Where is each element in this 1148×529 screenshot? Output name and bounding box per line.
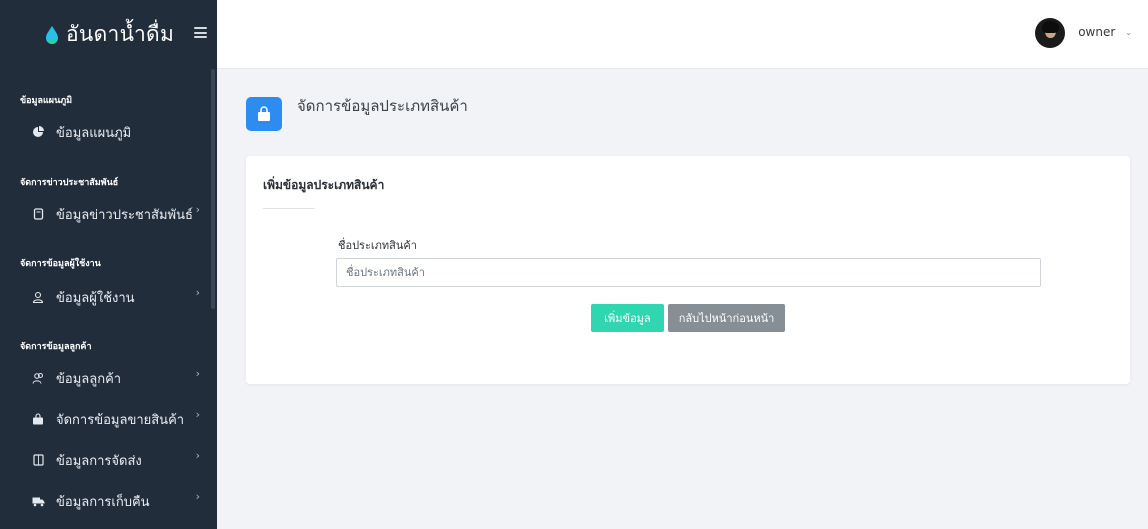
- form-heading: เพิ่มข้อมูลประเภทสินค้า: [263, 178, 385, 192]
- chevron-right-icon: ›: [195, 408, 200, 421]
- sidebar-item-sales[interactable]: จัดการข้อมูลขายสินค้า ›: [30, 406, 206, 432]
- sidebar-item-label: ข้อมูลลูกค้า: [56, 371, 122, 387]
- chevron-right-icon: ›: [195, 367, 200, 380]
- sidebar-item-label: ข้อมูลผู้ใช้งาน: [56, 290, 135, 306]
- sidebar-section-users: จัดการข้อมูลผู้ใช้งาน: [20, 259, 101, 269]
- sidebar: อันดาน้ำดื่ม ข้อมูลแผนภูมิ ข้อมูลแผนภูมิ…: [0, 0, 217, 529]
- water-drop-logo-icon: [46, 25, 58, 44]
- sidebar-item-label: ข้อมูลแผนภูมิ: [56, 125, 132, 141]
- users-icon: [30, 370, 46, 386]
- username: owner: [1078, 25, 1116, 39]
- sidebar-item-delivery[interactable]: ข้อมูลการจัดส่ง ›: [30, 447, 206, 473]
- sidebar-item-returns[interactable]: ข้อมูลการเก็บคืน ›: [30, 488, 206, 514]
- truck-icon: [30, 493, 46, 509]
- sidebar-item-chart[interactable]: ข้อมูลแผนภูมิ: [30, 119, 206, 145]
- user-icon: [30, 289, 46, 305]
- sidebar-item-label: ข้อมูลข่าวประชาสัมพันธ์: [56, 207, 193, 223]
- sidebar-section-news: จัดการข่าวประชาสัมพันธ์: [20, 178, 119, 188]
- chevron-right-icon: ›: [195, 449, 200, 462]
- avatar[interactable]: [1035, 18, 1066, 48]
- menu-toggle-icon[interactable]: [194, 27, 207, 38]
- chevron-down-icon: ⌄: [1125, 27, 1132, 37]
- back-button[interactable]: กลับไปหน้าก่อนหน้า: [668, 304, 785, 332]
- sidebar-item-customers[interactable]: ข้อมูลลูกค้า ›: [30, 365, 206, 391]
- shopping-bag-icon: [246, 97, 282, 131]
- heading-divider: [263, 208, 315, 209]
- shopping-bag-icon: [30, 411, 46, 427]
- category-name-label: ชื่อประเภทสินค้า: [338, 239, 417, 252]
- sidebar-item-users[interactable]: ข้อมูลผู้ใช้งาน ›: [30, 284, 206, 310]
- sidebar-section-customers: จัดการข้อมูลลูกค้า: [20, 342, 92, 352]
- user-menu[interactable]: owner ⌄: [1035, 18, 1132, 48]
- pie-chart-icon: [30, 124, 46, 140]
- chevron-right-icon: ›: [195, 286, 200, 299]
- form-card: เพิ่มข้อมูลประเภทสินค้า ชื่อประเภทสินค้า…: [246, 156, 1130, 384]
- sidebar-section-chart: ข้อมูลแผนภูมิ: [20, 96, 73, 106]
- sidebar-item-label: จัดการข้อมูลขายสินค้า: [56, 412, 185, 428]
- brand-name: อันดาน้ำดื่ม: [66, 22, 175, 46]
- sidebar-item-label: ข้อมูลการจัดส่ง: [56, 453, 142, 469]
- sidebar-scrollbar[interactable]: [211, 69, 215, 309]
- page-title: จัดการข้อมูลประเภทสินค้า: [297, 97, 468, 115]
- sidebar-item-label: ข้อมูลการเก็บคืน: [56, 494, 150, 510]
- category-name-input[interactable]: [336, 258, 1041, 287]
- document-icon: [30, 206, 46, 222]
- box-icon: [30, 452, 46, 468]
- sidebar-item-news[interactable]: ข้อมูลข่าวประชาสัมพันธ์ ›: [30, 201, 206, 227]
- chevron-right-icon: ›: [195, 490, 200, 503]
- top-navbar: owner ⌄: [217, 0, 1148, 69]
- brand-bar: อันดาน้ำดื่ม: [0, 0, 217, 69]
- add-data-button[interactable]: เพิ่มข้อมูล: [591, 304, 664, 332]
- chevron-right-icon: ›: [195, 203, 200, 216]
